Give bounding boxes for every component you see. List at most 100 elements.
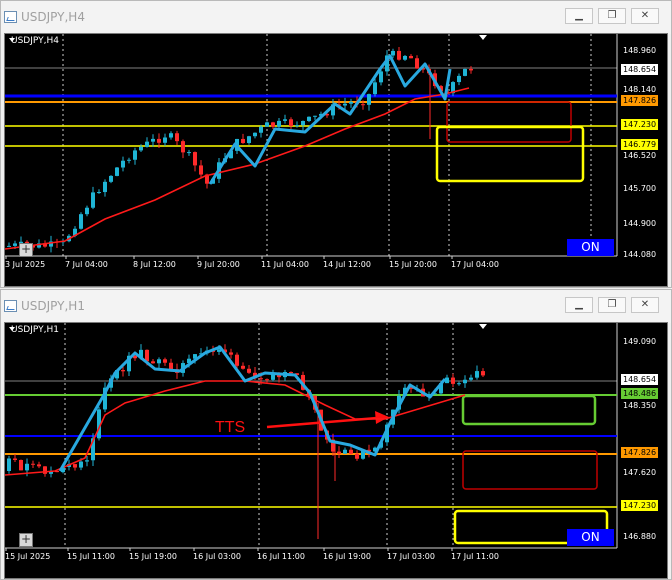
on-button[interactable]: ON: [567, 239, 614, 256]
bear-candle: [199, 165, 203, 175]
bear-candle: [235, 354, 239, 366]
bull-candle: [277, 120, 281, 127]
time-scale-label: 17 Jul 04:00: [451, 260, 499, 269]
price-scale-label: 148.654: [621, 374, 659, 385]
red-zone-box: [446, 101, 572, 143]
time-scale-label: 17 Jul 11:00: [451, 552, 499, 561]
bull-candle: [25, 463, 29, 471]
bull-candle: [157, 359, 161, 364]
price-scale-label: 148.486: [621, 388, 659, 399]
bull-candle: [127, 159, 131, 161]
bull-candle: [265, 122, 269, 127]
bull-candle: [91, 192, 95, 208]
bull-candle: [457, 383, 461, 385]
bear-candle: [13, 458, 17, 460]
price-scale-label: 148.140: [623, 85, 657, 94]
green-zone-box: [461, 394, 597, 426]
price-scale-label: 147.230: [621, 119, 659, 130]
tts-annotation: TTS: [215, 419, 246, 436]
bear-candle: [289, 119, 293, 126]
time-scale-label: 16 Jul 19:00: [323, 552, 371, 561]
time-scale-label: 17 Jul 03:00: [387, 552, 435, 561]
minimize-button[interactable]: ▁: [565, 8, 593, 24]
bull-candle: [121, 160, 125, 168]
bull-candle: [391, 50, 395, 56]
price-scale-label: 147.826: [621, 447, 659, 458]
bull-candle: [367, 94, 371, 105]
yellow-zone-box: [435, 125, 585, 183]
bear-candle: [259, 378, 263, 380]
chart-window-h1: USDJPY,H1 ▁ ❐ ✕ USDJPY,H1 TTS 149.090 148…: [0, 289, 672, 580]
bull-candle: [457, 75, 461, 83]
bear-candle: [241, 365, 245, 369]
bear-candle: [31, 463, 35, 465]
close-button[interactable]: ✕: [631, 8, 659, 24]
bear-candle: [241, 138, 245, 144]
time-scale-label: 15 Jul 20:00: [389, 260, 437, 269]
chart-shift-marker: [479, 35, 487, 40]
symbol-label: USDJPY,H4: [11, 36, 59, 46]
time-scale-label: 7 Jul 04:00: [65, 260, 108, 269]
bull-candle: [85, 460, 89, 462]
window-titlebar[interactable]: USDJPY,H4 ▁ ❐ ✕: [1, 1, 671, 34]
time-scale-label: 11 Jul 04:00: [261, 260, 309, 269]
bull-candle: [187, 152, 191, 154]
chart-window-icon: [4, 11, 17, 23]
price-scale-label: 146.520: [623, 151, 657, 160]
bear-candle: [247, 368, 251, 373]
chart-shift-marker: [479, 324, 487, 329]
bull-candle: [469, 377, 473, 380]
time-scale-label: 16 Jul 11:00: [257, 552, 305, 561]
price-chart-h4[interactable]: USDJPY,H4 148.960 148.654 148.140 147.826 14…: [4, 33, 668, 287]
plus-button[interactable]: +: [19, 243, 33, 257]
window-titlebar[interactable]: USDJPY,H1 ▁ ❐ ✕: [1, 290, 671, 323]
bull-candle: [463, 68, 467, 76]
bull-candle: [463, 379, 467, 384]
price-chart-h1[interactable]: USDJPY,H1 TTS 149.090 148.654 148.486 148.3…: [4, 322, 668, 579]
bear-candle: [349, 449, 353, 454]
price-scale-label: 146.779: [621, 139, 659, 150]
bull-candle: [271, 374, 275, 380]
moving-average-line: [5, 87, 470, 250]
bear-candle: [193, 152, 197, 166]
window-title: USDJPY,H1: [21, 299, 85, 313]
price-scale-label: 147.230: [621, 500, 659, 511]
bull-candle: [109, 175, 113, 182]
trend-zigzag-line: [208, 54, 452, 185]
time-scale-label: 15 Jul 11:00: [67, 552, 115, 561]
chart-window-icon: [4, 300, 17, 312]
bear-candle: [37, 464, 41, 467]
plus-button[interactable]: +: [19, 533, 33, 547]
on-button[interactable]: ON: [567, 529, 614, 546]
bull-candle: [379, 71, 383, 83]
bear-candle: [481, 371, 485, 376]
bear-candle: [163, 359, 167, 363]
restore-button[interactable]: ❐: [598, 8, 626, 24]
bull-candle: [259, 126, 263, 133]
bear-candle: [337, 451, 341, 454]
bull-candle: [145, 141, 149, 147]
price-scale-label: 145.700: [623, 184, 657, 193]
time-scale-label: 3 Jul 2025: [5, 260, 46, 269]
price-scale-label: 148.960: [623, 46, 657, 55]
price-scale-label: 147.826: [621, 95, 659, 106]
bull-candle: [307, 116, 311, 121]
restore-button[interactable]: ❐: [598, 297, 626, 313]
bear-candle: [157, 138, 161, 143]
bull-candle: [139, 146, 143, 151]
bear-candle: [229, 352, 233, 355]
close-button[interactable]: ✕: [631, 297, 659, 313]
bull-candle: [133, 150, 137, 160]
price-scale-label: 147.620: [623, 468, 657, 477]
time-scale-label: 9 Jul 20:00: [197, 260, 240, 269]
bear-candle: [271, 122, 275, 127]
window-title: USDJPY,H4: [21, 10, 85, 24]
bear-candle: [265, 379, 269, 381]
time-scale-label: 15 Jul 19:00: [129, 552, 177, 561]
bear-candle: [169, 362, 173, 370]
price-scale-label: 148.654: [621, 64, 659, 75]
minimize-button[interactable]: ▁: [565, 297, 593, 313]
bear-candle: [43, 466, 47, 474]
bull-candle: [403, 55, 407, 60]
bear-candle: [397, 50, 401, 60]
